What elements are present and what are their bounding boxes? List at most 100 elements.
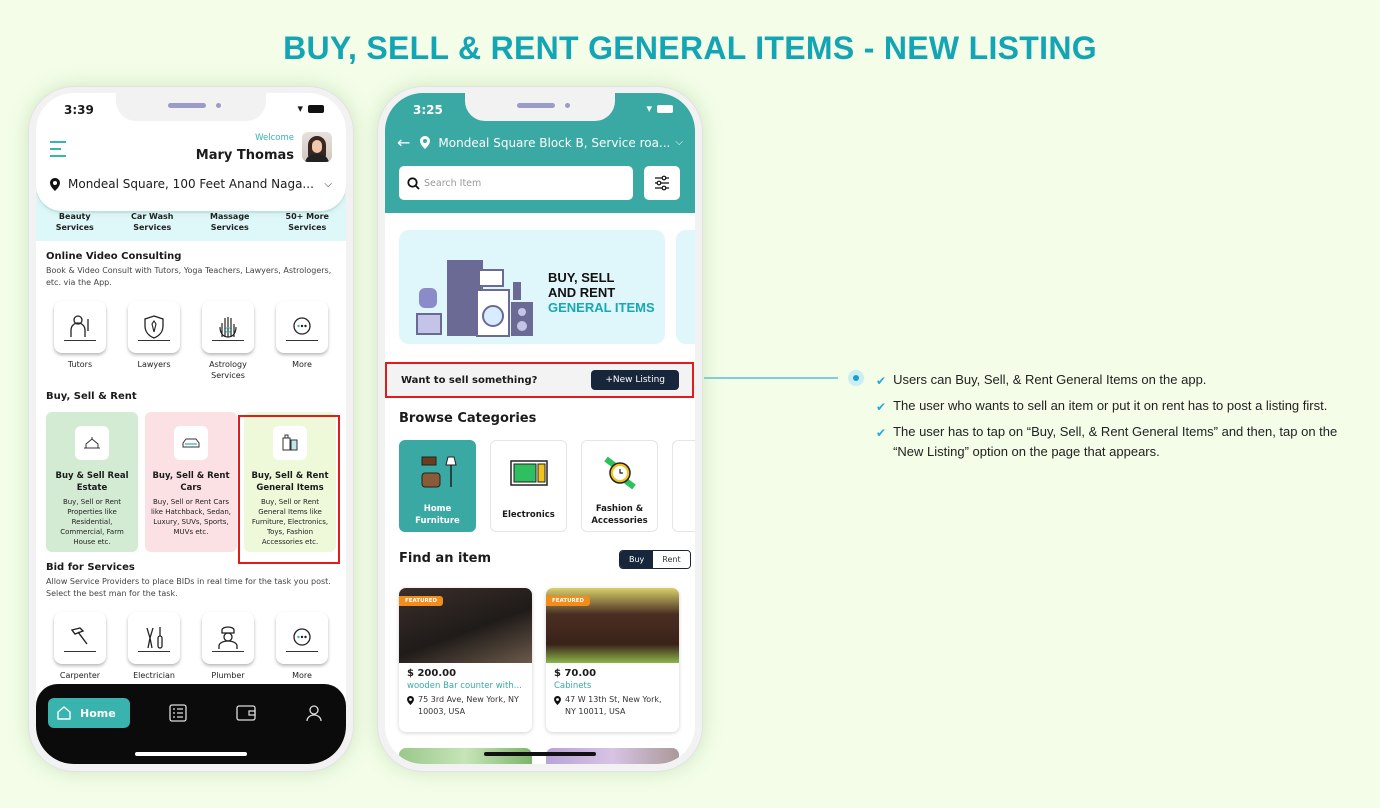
status-time: 3:39 [64, 103, 94, 117]
search-icon [407, 176, 420, 190]
item-card-peek[interactable] [546, 748, 679, 764]
buy-rent-toggle: Buy Rent [619, 550, 691, 569]
category-fashion[interactable]: Fashion & Accessories [581, 440, 658, 532]
tutor-icon [70, 315, 89, 337]
location-selector[interactable]: ← Mondeal Square Block B, Service roa...… [397, 133, 683, 152]
battery-icon [308, 104, 324, 113]
tile-plumber[interactable]: Plumber [202, 612, 254, 681]
category-row: Home Furniture Electronics Fashion & Acc… [399, 440, 695, 532]
location-text: Mondeal Square, 100 Feet Anand Naga... [68, 177, 314, 191]
item-name: Cabinets [554, 681, 592, 691]
item-name: wooden Bar counter with... [407, 681, 522, 691]
tile-astrology[interactable]: Astrology Services [202, 301, 254, 381]
tile-more-bid[interactable]: More [276, 612, 328, 681]
tasks-list-icon [169, 704, 187, 722]
location-pin-icon [554, 696, 561, 705]
service-beauty[interactable]: Beauty Services [40, 211, 110, 241]
callout-connector-line [704, 377, 838, 379]
item-card-peek[interactable] [399, 748, 532, 764]
item-card[interactable]: FEATURED $ 70.00 Cabinets 47 W 13th St, … [546, 588, 679, 732]
featured-badge: FEATURED [546, 596, 591, 606]
online-video-description: Book & Video Consult with Tutors, Yoga T… [46, 266, 332, 287]
note-item: ✔ The user who wants to sell an item or … [876, 396, 1356, 417]
tile-electrician[interactable]: Electrician [128, 612, 180, 681]
service-car-wash[interactable]: Car Wash Services [117, 211, 187, 241]
note-item: ✔ Users can Buy, Sell, & Rent General It… [876, 370, 1356, 391]
service-massage[interactable]: Massage Services [195, 211, 265, 241]
status-icons: ▾ [297, 102, 324, 115]
carpenter-hammer-icon [70, 627, 88, 645]
chevron-down-icon: ⌵ [675, 137, 683, 148]
more-icon [293, 317, 311, 335]
nav-wallet[interactable] [226, 698, 266, 728]
page-title: BUY, SELL & RENT GENERAL ITEMS - NEW LIS… [283, 30, 1097, 66]
filter-button[interactable] [644, 166, 680, 200]
item-list: FEATURED $ 200.00 wooden Bar counter wit… [399, 588, 679, 732]
toggle-buy[interactable]: Buy [620, 551, 654, 568]
home-indicator [484, 752, 596, 756]
home-icon [57, 706, 71, 720]
buy-sell-rent-title: Buy, Sell & Rent [46, 391, 137, 402]
status-time: 3:25 [413, 103, 443, 117]
phone-general-items-screen: 3:25 ▾ ← Mondeal Square Block B, Service… [377, 86, 703, 772]
tile-more[interactable]: More [276, 301, 328, 381]
item-card[interactable]: FEATURED $ 200.00 wooden Bar counter wit… [399, 588, 532, 732]
item-image: FEATURED [399, 588, 532, 663]
more-icon [293, 628, 311, 646]
promo-banner[interactable]: BUY, SELL AND RENT GENERAL ITEMS [399, 230, 665, 344]
check-circle-icon: ✔ [876, 426, 887, 440]
tile-lawyers[interactable]: Lawyers [128, 301, 180, 381]
microwave-icon [509, 460, 548, 486]
avatar[interactable] [302, 132, 332, 162]
category-next-peek[interactable] [672, 440, 695, 532]
highlight-sell-bar [385, 362, 694, 398]
furniture-armchair-icon [421, 456, 457, 488]
astrology-hand-icon [219, 317, 237, 338]
bid-services-row: Carpenter Electrician Plumber More [46, 612, 336, 681]
car-icon [182, 438, 200, 448]
home-indicator [135, 752, 247, 756]
online-video-title: Online Video Consulting [46, 251, 182, 262]
item-address: 47 W 13th St, New York, NY 10011, USA [554, 694, 671, 718]
callout-dot [848, 370, 864, 386]
appliances-illustration [416, 260, 533, 337]
phone-notch [116, 93, 266, 121]
nav-profile[interactable] [294, 698, 334, 728]
highlight-general-items-card [238, 415, 340, 564]
card-cars[interactable]: Buy, Sell & Rent Cars Buy, Sell or Rent … [145, 412, 237, 552]
watch-icon [603, 456, 636, 490]
item-image: FEATURED [546, 588, 679, 663]
location-pin-icon [407, 696, 414, 705]
search-placeholder: Search Item [424, 177, 482, 189]
nav-home[interactable]: Home [48, 698, 130, 728]
nav-home-label: Home [80, 706, 116, 720]
bid-services-description: Allow Service Providers to place BIDs in… [46, 577, 331, 598]
search-input[interactable]: Search Item [399, 166, 633, 200]
wifi-icon: ▾ [297, 102, 303, 115]
feature-notes: ✔ Users can Buy, Sell, & Rent General It… [876, 370, 1356, 467]
electrician-tools-icon [146, 627, 163, 649]
item-list-next-row [399, 748, 679, 764]
menu-icon[interactable] [50, 141, 66, 162]
chevron-down-icon: ⌵ [324, 178, 332, 190]
filter-sliders-icon [655, 175, 669, 191]
location-text: Mondeal Square Block B, Service roa... [438, 135, 671, 150]
service-more[interactable]: 50+ More Services [272, 211, 342, 241]
wifi-icon: ▾ [646, 102, 652, 115]
online-video-row: Tutors Lawyers Astrology Services More [46, 301, 336, 381]
user-name: Mary Thomas [195, 148, 294, 163]
tile-tutors[interactable]: Tutors [54, 301, 106, 381]
back-arrow-icon[interactable]: ← [397, 133, 410, 152]
category-electronics[interactable]: Electronics [490, 440, 567, 532]
card-real-estate[interactable]: Buy & Sell Real Estate Buy, Sell or Rent… [46, 412, 138, 552]
plumber-icon [218, 626, 238, 649]
item-price: $ 200.00 [407, 668, 457, 679]
category-home-furniture[interactable]: Home Furniture [399, 440, 476, 532]
tile-carpenter[interactable]: Carpenter [54, 612, 106, 681]
note-item: ✔ The user has to tap on “Buy, Sell, & R… [876, 422, 1356, 462]
nav-tasks[interactable] [158, 698, 198, 728]
location-selector[interactable]: Mondeal Square, 100 Feet Anand Naga... ⌵ [50, 177, 332, 191]
general-items-screen: 3:25 ▾ ← Mondeal Square Block B, Service… [385, 93, 695, 764]
toggle-rent[interactable]: Rent [653, 551, 690, 568]
next-banner-peek[interactable] [676, 230, 695, 344]
